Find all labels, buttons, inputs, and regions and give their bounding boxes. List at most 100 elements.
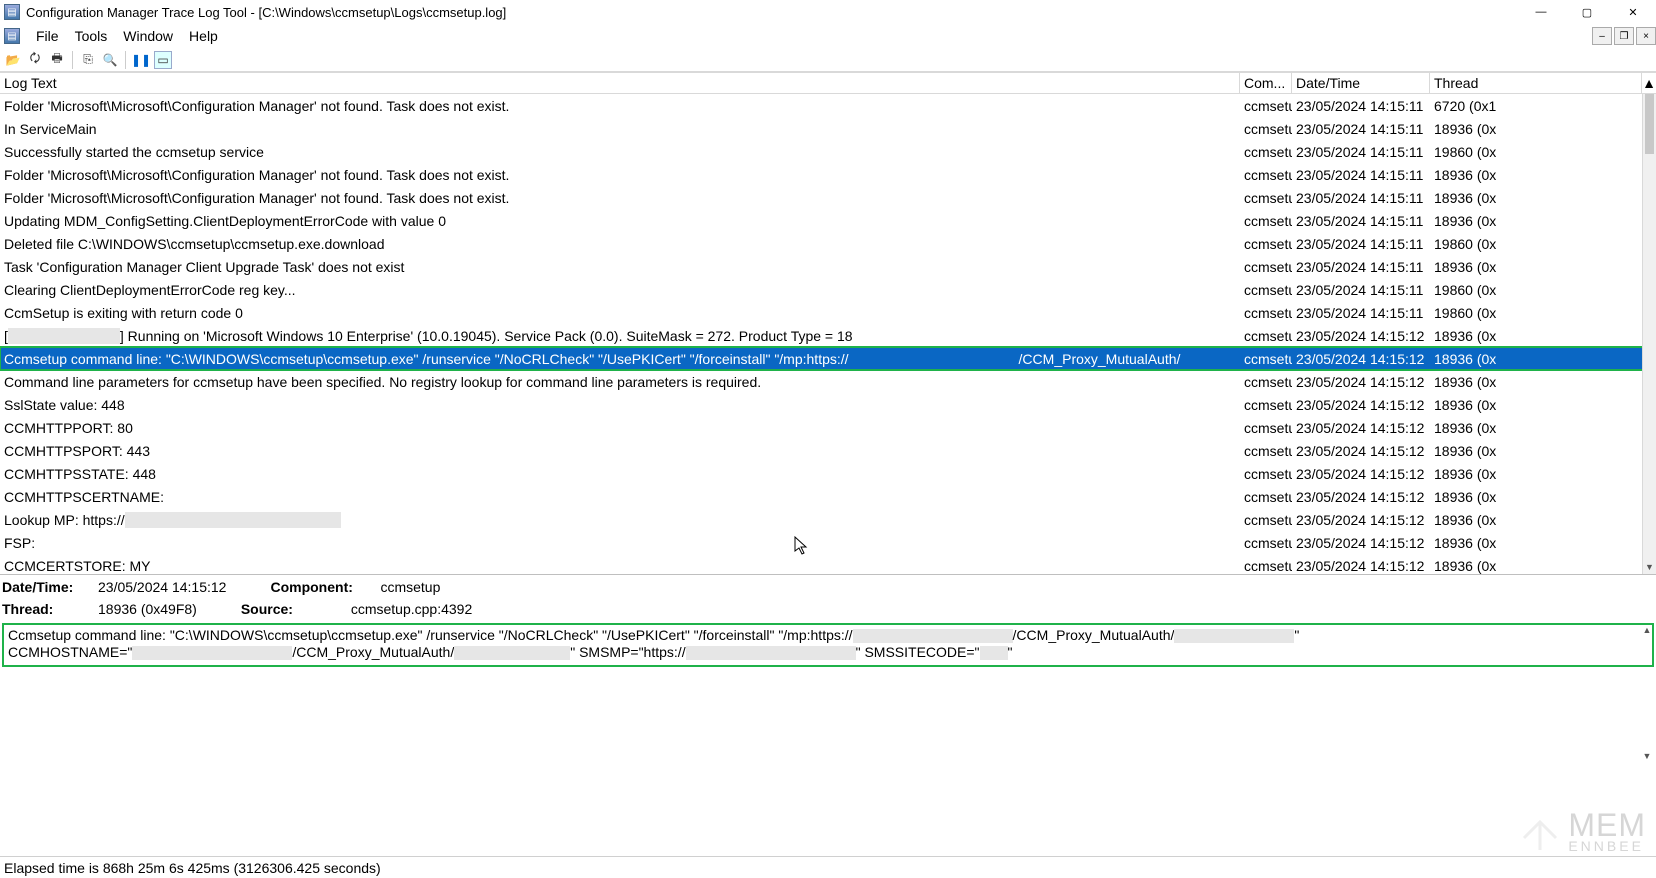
refresh-icon[interactable]: 🗘	[26, 51, 44, 69]
detail-body-1c: "	[1294, 627, 1299, 643]
detail-source-label: Source:	[241, 601, 341, 617]
redacted-text	[132, 646, 292, 660]
component-cell: ccmsetu	[1240, 209, 1292, 232]
pause-icon[interactable]: ❚❚	[132, 51, 150, 69]
datetime-cell: 23/05/2024 14:15:11	[1292, 301, 1430, 324]
log-row[interactable]: Task 'Configuration Manager Client Upgra…	[0, 255, 1656, 278]
component-cell: ccmsetu	[1240, 416, 1292, 439]
detail-scroll-down-icon[interactable]: ▼	[1640, 749, 1654, 763]
log-text-cell: FSP:	[0, 531, 1240, 554]
datetime-cell: 23/05/2024 14:15:12	[1292, 462, 1430, 485]
log-text-cell: Task 'Configuration Manager Client Upgra…	[0, 255, 1240, 278]
find-icon[interactable]: 🔍	[101, 51, 119, 69]
menu-tools[interactable]: Tools	[67, 26, 116, 46]
log-text-cell: Folder 'Microsoft\Microsoft\Configuratio…	[0, 94, 1240, 117]
scroll-down-icon[interactable]: ▼	[1643, 560, 1656, 574]
log-text-cell: SslState value: 448	[0, 393, 1240, 416]
datetime-cell: 23/05/2024 14:15:12	[1292, 324, 1430, 347]
thread-cell: 18936 (0x	[1430, 163, 1656, 186]
log-row[interactable]: Lookup MP: https://ccmsetu23/05/2024 14:…	[0, 508, 1656, 531]
redacted-text	[686, 646, 856, 660]
component-cell: ccmsetu	[1240, 485, 1292, 508]
doc-icon: ▤	[4, 28, 20, 44]
open-icon[interactable]: 📂	[4, 51, 22, 69]
column-headers: Log Text Com... Date/Time Thread ▲	[0, 72, 1656, 94]
component-cell: ccmsetu	[1240, 94, 1292, 117]
print-icon[interactable]: 🖶	[48, 51, 66, 69]
log-text-cell: CCMHTTPSCERTNAME:	[0, 485, 1240, 508]
log-text-cell: CCMHTTPSSTATE: 448	[0, 462, 1240, 485]
log-row[interactable]: Command line parameters for ccmsetup hav…	[0, 370, 1656, 393]
component-cell: ccmsetu	[1240, 347, 1292, 370]
log-text-cell: Successfully started the ccmsetup servic…	[0, 140, 1240, 163]
component-cell: ccmsetu	[1240, 117, 1292, 140]
log-row[interactable]: Successfully started the ccmsetup servic…	[0, 140, 1656, 163]
highlight-icon[interactable]: ▭	[154, 51, 172, 69]
log-row[interactable]: CCMCERTSTORE: MYccmsetu23/05/2024 14:15:…	[0, 554, 1656, 574]
mdi-minimize-button[interactable]: –	[1592, 27, 1612, 45]
datetime-cell: 23/05/2024 14:15:12	[1292, 485, 1430, 508]
titlebar: ▤ Configuration Manager Trace Log Tool -…	[0, 0, 1656, 24]
log-row[interactable]: Folder 'Microsoft\Microsoft\Configuratio…	[0, 163, 1656, 186]
log-text-cell: Ccmsetup command line: "C:\WINDOWS\ccmse…	[0, 347, 1240, 370]
detail-message[interactable]: Ccmsetup command line: "C:\WINDOWS\ccmse…	[2, 623, 1654, 667]
log-row[interactable]: Ccmsetup command line: "C:\WINDOWS\ccmse…	[0, 347, 1656, 370]
thread-cell: 18936 (0x	[1430, 347, 1656, 370]
log-text-cell: CCMHTTPSPORT: 443	[0, 439, 1240, 462]
vertical-scrollbar[interactable]: ▼	[1642, 94, 1656, 574]
log-row[interactable]: FSP:ccmsetu23/05/2024 14:15:1218936 (0x	[0, 531, 1656, 554]
minimize-button[interactable]: —	[1518, 0, 1564, 24]
maximize-button[interactable]: ▢	[1564, 0, 1610, 24]
menu-window[interactable]: Window	[115, 26, 181, 46]
watermark-line2: ENNBEE	[1568, 840, 1646, 853]
log-row[interactable]: Updating MDM_ConfigSetting.ClientDeploym…	[0, 209, 1656, 232]
header-thread[interactable]: Thread	[1430, 73, 1641, 93]
window-title: Configuration Manager Trace Log Tool - […	[26, 5, 506, 20]
datetime-cell: 23/05/2024 14:15:11	[1292, 186, 1430, 209]
log-row[interactable]: SslState value: 448ccmsetu23/05/2024 14:…	[0, 393, 1656, 416]
thread-cell: 18936 (0x	[1430, 531, 1656, 554]
log-row[interactable]: [] Running on 'Microsoft Windows 10 Ente…	[0, 324, 1656, 347]
log-row[interactable]: In ServiceMainccmsetu23/05/2024 14:15:11…	[0, 117, 1656, 140]
menu-file[interactable]: File	[28, 26, 67, 46]
component-cell: ccmsetu	[1240, 301, 1292, 324]
component-cell: ccmsetu	[1240, 508, 1292, 531]
menu-help[interactable]: Help	[181, 26, 226, 46]
scrollbar-thumb[interactable]	[1645, 94, 1654, 154]
component-cell: ccmsetu	[1240, 554, 1292, 574]
detail-body-2e: "	[1008, 644, 1013, 660]
close-button[interactable]: ✕	[1610, 0, 1656, 24]
thread-cell: 18936 (0x	[1430, 393, 1656, 416]
detail-scroll-up-icon[interactable]: ▲	[1640, 623, 1654, 637]
mdi-close-button[interactable]: ×	[1636, 27, 1656, 45]
log-row[interactable]: Deleted file C:\WINDOWS\ccmsetup\ccmsetu…	[0, 232, 1656, 255]
scroll-up-icon[interactable]: ▲	[1641, 73, 1656, 93]
mdi-restore-button[interactable]: ❐	[1614, 27, 1634, 45]
log-row[interactable]: CCMHTTPSCERTNAME:ccmsetu23/05/2024 14:15…	[0, 485, 1656, 508]
log-row[interactable]: CCMHTTPPORT: 80ccmsetu23/05/2024 14:15:1…	[0, 416, 1656, 439]
header-datetime[interactable]: Date/Time	[1292, 73, 1430, 93]
log-row[interactable]: CCMHTTPSPORT: 443ccmsetu23/05/2024 14:15…	[0, 439, 1656, 462]
log-text-cell: [] Running on 'Microsoft Windows 10 Ente…	[0, 324, 1240, 347]
log-row[interactable]: CCMHTTPSSTATE: 448ccmsetu23/05/2024 14:1…	[0, 462, 1656, 485]
datetime-cell: 23/05/2024 14:15:12	[1292, 393, 1430, 416]
log-row[interactable]: CcmSetup is exiting with return code 0cc…	[0, 301, 1656, 324]
log-row[interactable]: Folder 'Microsoft\Microsoft\Configuratio…	[0, 186, 1656, 209]
detail-thread-value: 18936 (0x49F8)	[98, 601, 197, 617]
watermark: MEM ENNBEE	[1518, 810, 1646, 854]
datetime-cell: 23/05/2024 14:15:11	[1292, 140, 1430, 163]
detail-body-2c: " SMSMP="https://	[570, 644, 685, 660]
log-row[interactable]: Clearing ClientDeploymentErrorCode reg k…	[0, 278, 1656, 301]
copy-icon[interactable]: ⎘	[79, 51, 97, 69]
log-row[interactable]: Folder 'Microsoft\Microsoft\Configuratio…	[0, 94, 1656, 117]
redacted-text	[853, 629, 1013, 643]
header-component[interactable]: Com...	[1240, 73, 1292, 93]
log-text-cell: CcmSetup is exiting with return code 0	[0, 301, 1240, 324]
detail-body-1b: /CCM_Proxy_MutualAuth/	[1013, 627, 1175, 643]
datetime-cell: 23/05/2024 14:15:12	[1292, 508, 1430, 531]
thread-cell: 18936 (0x	[1430, 186, 1656, 209]
thread-cell: 18936 (0x	[1430, 255, 1656, 278]
redacted-text	[8, 328, 120, 344]
header-logtext[interactable]: Log Text	[0, 73, 1240, 93]
thread-cell: 18936 (0x	[1430, 416, 1656, 439]
